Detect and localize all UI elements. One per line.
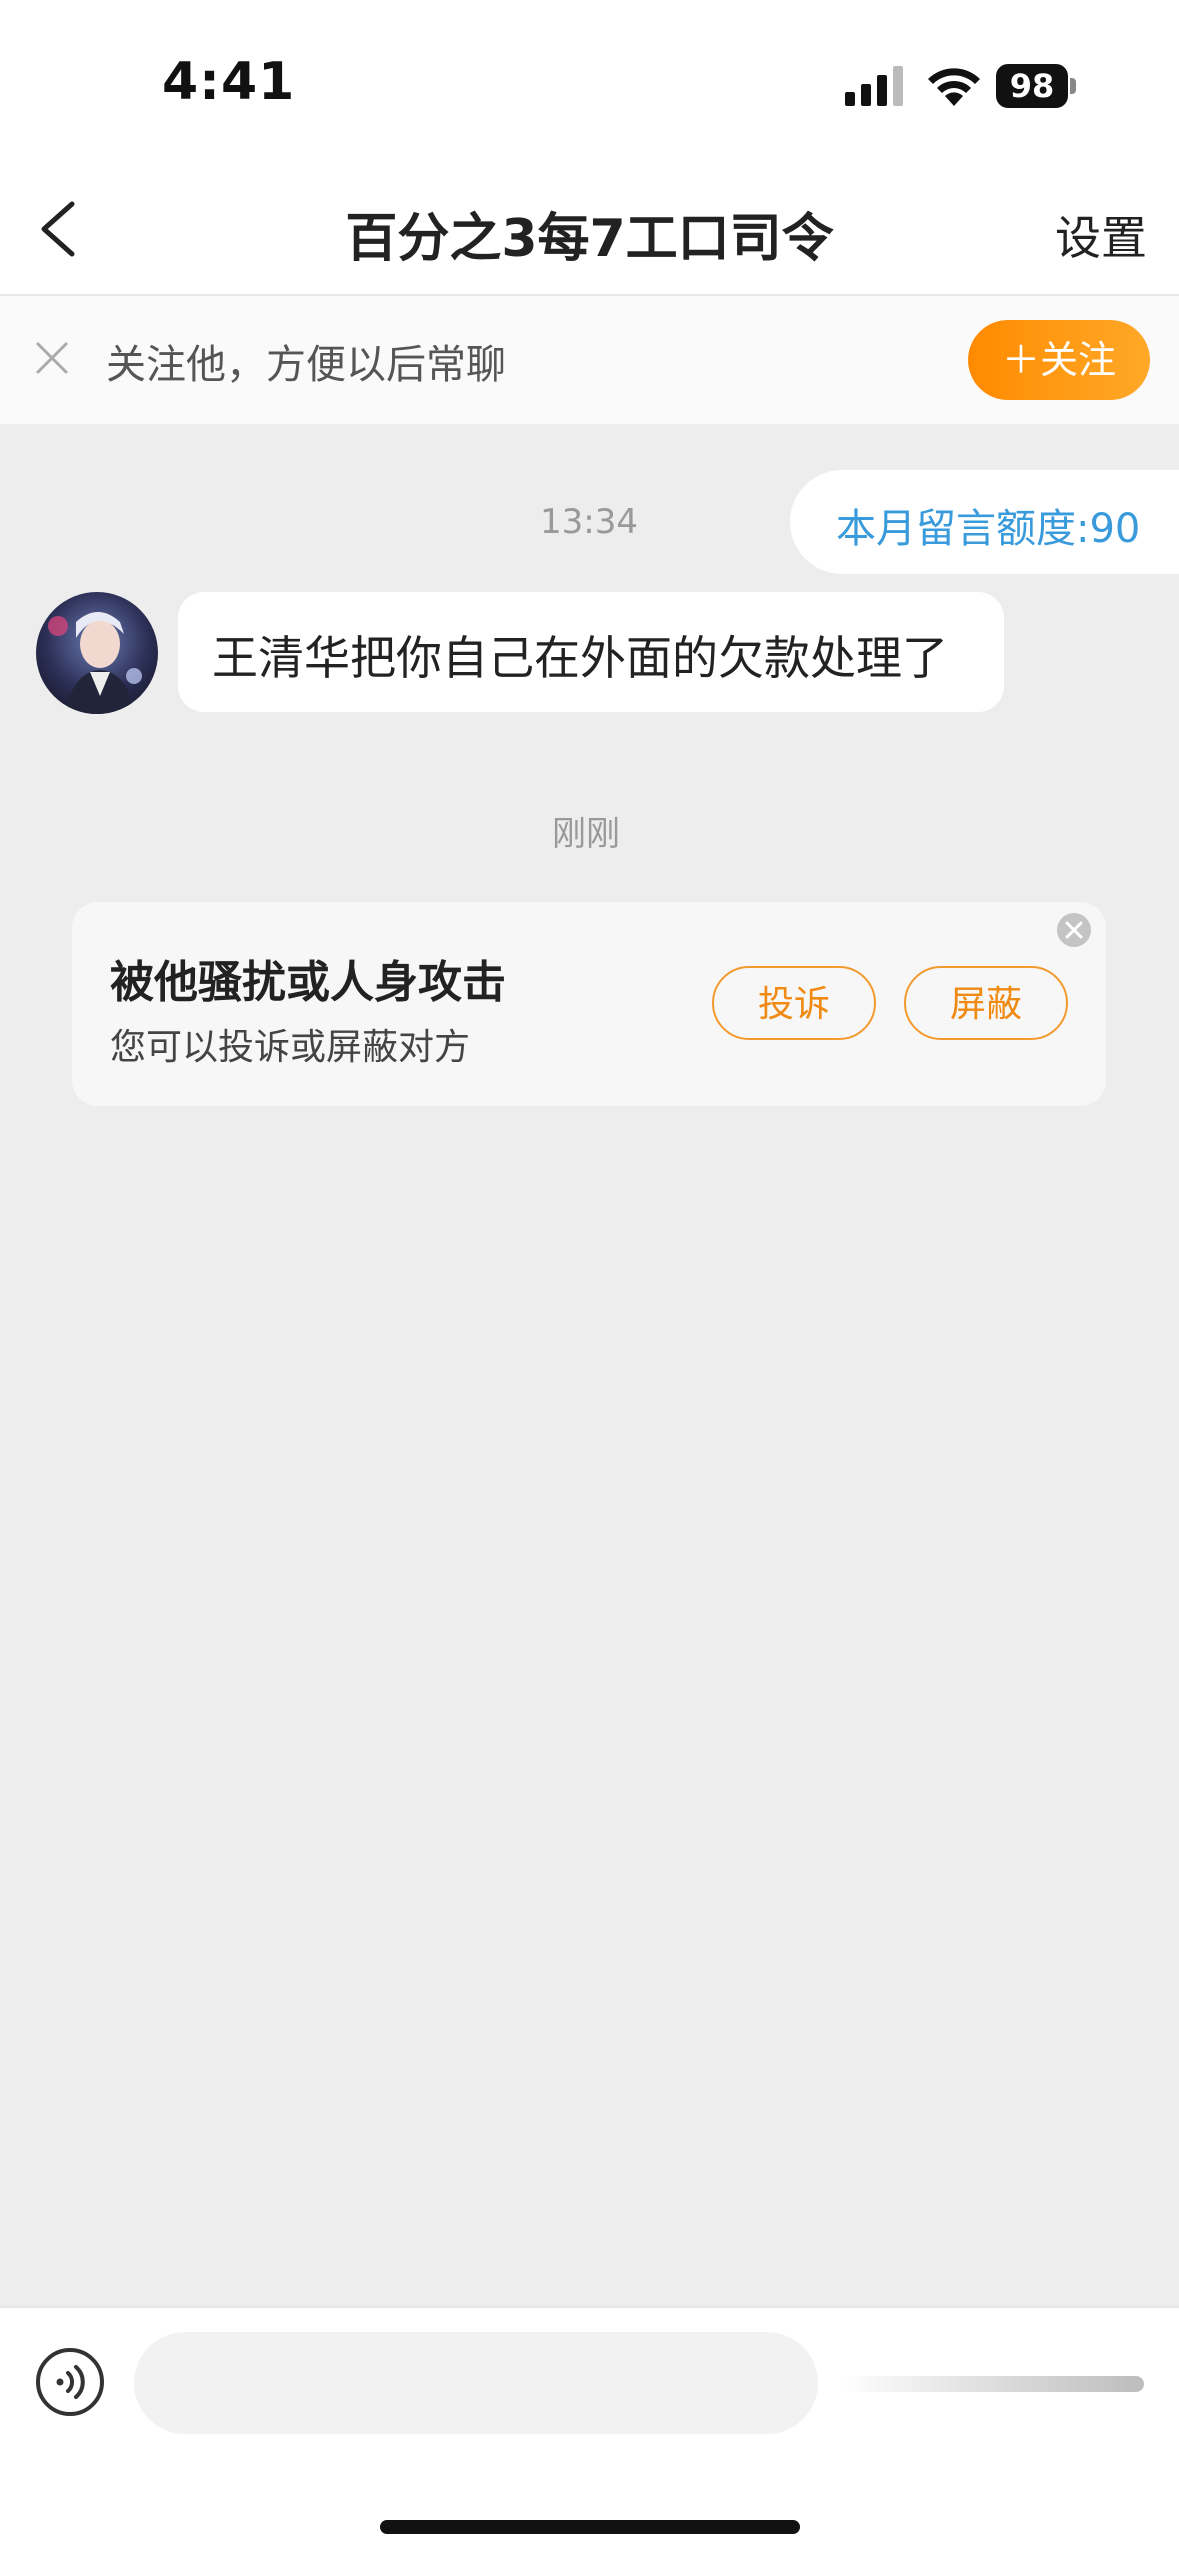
input-bar — [0, 2306, 1179, 2558]
voice-input-icon[interactable] — [34, 2346, 106, 2418]
back-arrow-icon[interactable] — [30, 194, 100, 264]
nav-bar: 百分之3每7工口司令 设置 — [0, 170, 1179, 296]
report-button[interactable]: 投诉 — [712, 966, 876, 1040]
message-input[interactable] — [134, 2332, 818, 2434]
settings-button[interactable]: 设置 — [1055, 202, 1147, 268]
block-button[interactable]: 屏蔽 — [904, 966, 1068, 1040]
follow-button[interactable]: ＋关注 — [968, 320, 1150, 400]
message-timestamp: 13:34 — [540, 502, 638, 542]
notice-subtitle: 您可以投诉或屏蔽对方 — [110, 1027, 471, 1068]
wifi-icon — [928, 68, 980, 106]
status-time: 4:41 — [162, 52, 296, 112]
avatar-image — [36, 592, 158, 714]
follow-prompt-text: 关注他，方便以后常聊 — [106, 342, 506, 388]
message-timestamp: 刚刚 — [552, 814, 620, 854]
home-indicator — [380, 2520, 800, 2534]
chat-title: 百分之3每7工口司令 — [345, 209, 834, 269]
close-icon[interactable] — [1054, 910, 1094, 950]
quota-badge: 本月留言额度:90 — [790, 470, 1179, 574]
avatar[interactable] — [36, 592, 158, 714]
harassment-notice-card: 被他骚扰或人身攻击 您可以投诉或屏蔽对方 投诉 屏蔽 — [72, 902, 1106, 1106]
message-bubble[interactable]: 王清华把你自己在外面的欠款处理了 — [178, 592, 1004, 712]
battery-icon: 98 — [996, 64, 1076, 108]
follow-banner: 关注他，方便以后常聊 ＋关注 — [0, 296, 1179, 424]
status-bar: 4:41 98 — [0, 0, 1179, 170]
blurred-element — [840, 2376, 1144, 2392]
quota-text: 本月留言额度:90 — [836, 506, 1141, 552]
cellular-signal-icon — [845, 66, 903, 106]
notice-title: 被他骚扰或人身攻击 — [110, 957, 506, 1008]
battery-level: 98 — [1009, 67, 1055, 105]
message-text: 王清华把你自己在外面的欠款处理了 — [212, 631, 948, 685]
close-icon[interactable] — [30, 336, 74, 380]
